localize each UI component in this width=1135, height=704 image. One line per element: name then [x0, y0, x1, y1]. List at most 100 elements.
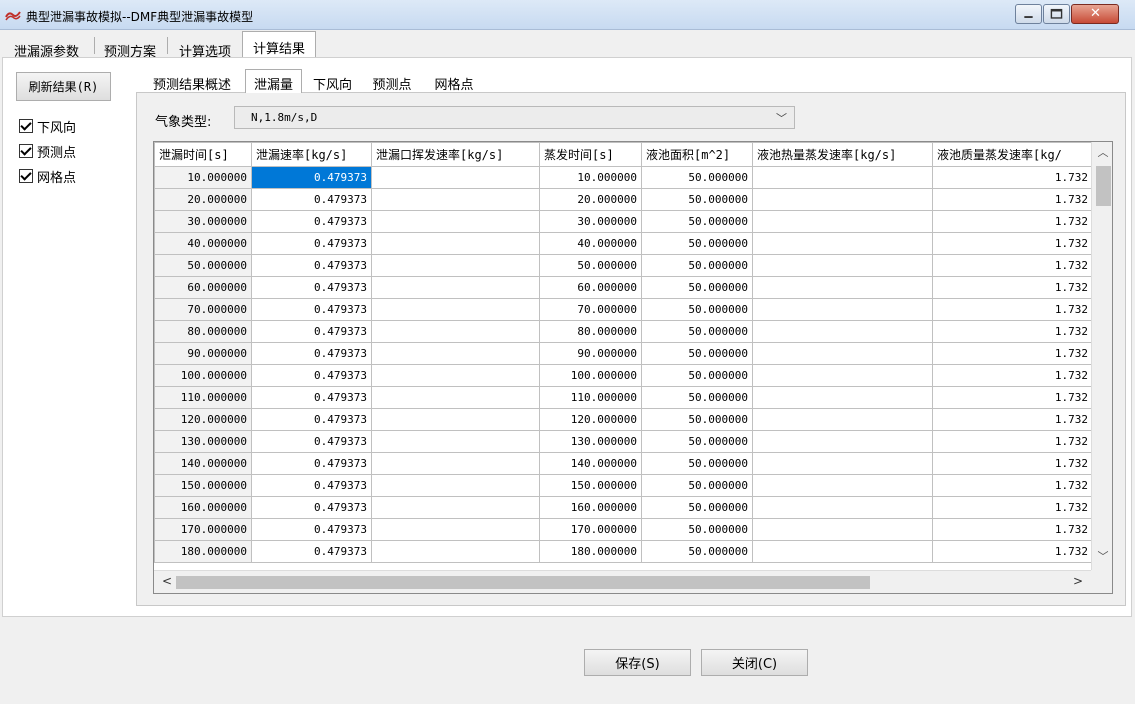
row-header-cell[interactable]: 10.000000 — [154, 166, 252, 189]
table-cell[interactable] — [752, 232, 933, 255]
table-cell[interactable] — [752, 188, 933, 211]
table-cell[interactable] — [371, 342, 540, 365]
table-cell[interactable]: 1.732 — [932, 364, 1093, 387]
table-cell[interactable] — [752, 166, 933, 189]
subtab-grid-points[interactable]: 网格点 — [425, 71, 483, 93]
row-header-cell[interactable]: 150.000000 — [154, 474, 252, 497]
table-cell[interactable]: 120.000000 — [539, 408, 642, 431]
table-cell[interactable]: 1.732 — [932, 232, 1093, 255]
row-header-cell[interactable]: 20.000000 — [154, 188, 252, 211]
table-cell[interactable]: 50.000000 — [641, 232, 753, 255]
scroll-left-icon[interactable]: < — [162, 574, 172, 588]
table-cell[interactable]: 1.732 — [932, 540, 1093, 563]
table-cell[interactable] — [752, 298, 933, 321]
table-cell[interactable] — [371, 254, 540, 277]
table-row[interactable]: 50.000000 0.479373 50.000000 50.000000 1.732 — [154, 254, 1093, 277]
column-header[interactable]: 液池面积[m^2] — [641, 142, 753, 167]
table-cell[interactable]: 180.000000 — [539, 540, 642, 563]
table-cell[interactable]: 80.000000 — [539, 320, 642, 343]
table-row[interactable]: 170.000000 0.479373 170.000000 50.000000 1.7… — [154, 518, 1093, 541]
table-row[interactable]: 130.000000 0.479373 130.000000 50.000000 1.7… — [154, 430, 1093, 453]
row-header-cell[interactable]: 140.000000 — [154, 452, 252, 475]
table-cell[interactable]: 0.479373 — [251, 254, 372, 277]
save-button[interactable]: 保存(S) — [584, 649, 691, 676]
table-cell[interactable]: 0.479373 — [251, 364, 372, 387]
scroll-right-icon[interactable]: > — [1073, 574, 1083, 588]
table-row[interactable]: 90.000000 0.479373 90.000000 50.000000 1.732 — [154, 342, 1093, 365]
table-cell[interactable]: 0.479373 — [251, 342, 372, 365]
subtab-forecast-points[interactable]: 预测点 — [362, 71, 422, 93]
table-cell[interactable]: 150.000000 — [539, 474, 642, 497]
table-cell[interactable] — [752, 364, 933, 387]
table-cell[interactable]: 50.000000 — [641, 474, 753, 497]
table-cell[interactable]: 1.732 — [932, 166, 1093, 189]
table-cell[interactable]: 60.000000 — [539, 276, 642, 299]
checkbox-grid-points[interactable]: 网格点 — [19, 167, 76, 186]
table-cell[interactable]: 0.479373 — [251, 386, 372, 409]
table-cell[interactable] — [371, 166, 540, 189]
table-cell[interactable]: 50.000000 — [539, 254, 642, 277]
table-cell[interactable]: 0.479373 — [251, 276, 372, 299]
checkbox-checked-icon[interactable] — [19, 119, 33, 133]
table-cell[interactable]: 50.000000 — [641, 210, 753, 233]
table-cell[interactable]: 170.000000 — [539, 518, 642, 541]
table-cell[interactable] — [371, 210, 540, 233]
table-cell[interactable]: 50.000000 — [641, 298, 753, 321]
table-cell[interactable]: 50.000000 — [641, 518, 753, 541]
table-cell[interactable]: 1.732 — [932, 430, 1093, 453]
table-cell[interactable]: 50.000000 — [641, 496, 753, 519]
table-cell[interactable]: 50.000000 — [641, 386, 753, 409]
table-cell[interactable]: 1.732 — [932, 518, 1093, 541]
table-cell[interactable] — [371, 188, 540, 211]
table-cell[interactable]: 50.000000 — [641, 430, 753, 453]
checkbox-checked-icon[interactable] — [19, 169, 33, 183]
table-cell[interactable]: 0.479373 — [251, 518, 372, 541]
table-cell[interactable]: 50.000000 — [641, 276, 753, 299]
table-cell[interactable] — [371, 540, 540, 563]
table-cell[interactable]: 0.479373 — [251, 232, 372, 255]
row-header-cell[interactable]: 80.000000 — [154, 320, 252, 343]
row-header-cell[interactable]: 160.000000 — [154, 496, 252, 519]
table-cell[interactable] — [752, 408, 933, 431]
checkbox-forecast-points[interactable]: 预测点 — [19, 142, 76, 161]
subtab-result-overview[interactable]: 预测结果概述 — [142, 71, 242, 93]
table-cell[interactable]: 0.479373 — [251, 540, 372, 563]
table-cell[interactable]: 1.732 — [932, 254, 1093, 277]
table-cell[interactable]: 110.000000 — [539, 386, 642, 409]
scroll-down-icon[interactable]: ﹀ — [1092, 548, 1112, 568]
table-cell[interactable]: 1.732 — [932, 342, 1093, 365]
table-cell[interactable]: 140.000000 — [539, 452, 642, 475]
table-row[interactable]: 150.000000 0.479373 150.000000 50.000000 1.7… — [154, 474, 1093, 497]
table-cell[interactable]: 1.732 — [932, 496, 1093, 519]
table-cell[interactable] — [752, 320, 933, 343]
table-row[interactable]: 80.000000 0.479373 80.000000 50.000000 1.732 — [154, 320, 1093, 343]
table-row[interactable]: 20.000000 0.479373 20.000000 50.000000 1.732 — [154, 188, 1093, 211]
table-cell[interactable] — [371, 452, 540, 475]
column-header[interactable]: 液池质量蒸发速率[kg/ — [932, 142, 1093, 167]
table-cell[interactable]: 1.732 — [932, 188, 1093, 211]
table-cell[interactable] — [371, 518, 540, 541]
row-header-cell[interactable]: 170.000000 — [154, 518, 252, 541]
table-cell[interactable] — [752, 254, 933, 277]
scroll-thumb[interactable] — [1096, 166, 1111, 206]
table-cell[interactable] — [371, 298, 540, 321]
table-cell[interactable]: 1.732 — [932, 452, 1093, 475]
table-cell[interactable]: 1.732 — [932, 276, 1093, 299]
row-header-cell[interactable]: 130.000000 — [154, 430, 252, 453]
table-cell[interactable] — [752, 210, 933, 233]
subtab-downwind[interactable]: 下风向 — [305, 71, 360, 93]
table-row[interactable]: 70.000000 0.479373 70.000000 50.000000 1.732 — [154, 298, 1093, 321]
table-row[interactable]: 140.000000 0.479373 140.000000 50.000000 1.7… — [154, 452, 1093, 475]
table-cell[interactable] — [752, 386, 933, 409]
column-header[interactable]: 蒸发时间[s] — [539, 142, 642, 167]
table-cell[interactable]: 130.000000 — [539, 430, 642, 453]
table-cell[interactable] — [371, 386, 540, 409]
table-cell[interactable]: 1.732 — [932, 474, 1093, 497]
table-cell[interactable]: 0.479373 — [251, 298, 372, 321]
table-row[interactable]: 10.000000 0.479373 10.000000 50.000000 1.732 — [154, 166, 1093, 189]
scroll-thumb[interactable] — [176, 576, 870, 589]
table-cell[interactable] — [752, 518, 933, 541]
table-cell[interactable] — [371, 408, 540, 431]
checkbox-checked-icon[interactable] — [19, 144, 33, 158]
table-row[interactable]: 120.000000 0.479373 120.000000 50.000000 1.7… — [154, 408, 1093, 431]
